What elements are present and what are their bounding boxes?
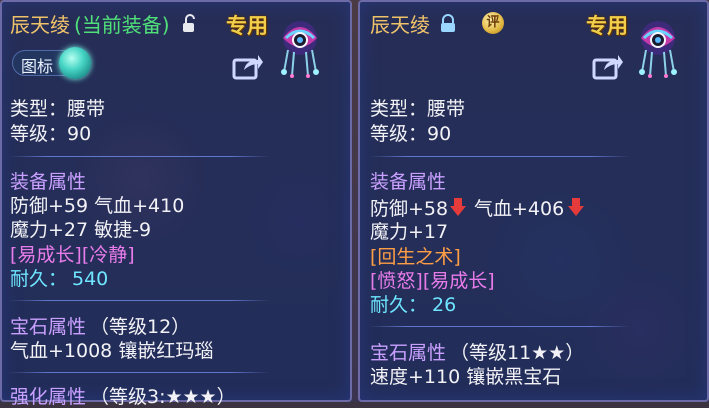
gem-line: 气血+1008 镶嵌红玛瑙 (10, 340, 214, 362)
special-tags: [愤怒][易成长] (370, 270, 495, 292)
share-icon[interactable] (592, 52, 624, 80)
divider (8, 372, 270, 373)
attr-hp: 气血+406 (474, 198, 565, 220)
share-icon[interactable] (232, 52, 264, 80)
gem-level: （等级11★★） (450, 342, 585, 364)
item-name: 辰天绫 (370, 13, 430, 37)
durability-value: 26 (432, 294, 457, 316)
strengthen-attr-title: 强化属性 (10, 386, 87, 408)
item-level: 等级：90 (10, 123, 92, 145)
durability-label: 耐久： (10, 268, 68, 290)
attr-defense: 防御+58 (370, 198, 449, 220)
belt-item-icon (281, 21, 319, 78)
icon-toggle-label: 图标 (21, 57, 54, 76)
evaluate-badge[interactable]: 评 (482, 12, 504, 34)
divider (368, 326, 630, 327)
equip-attr-title: 装备属性 (370, 171, 447, 193)
strengthen-level: （等级3:★★★） (90, 386, 236, 408)
divider (368, 156, 630, 157)
equipped-item-tooltip: 辰天绫 (当前装备) 专用 图标 类型：腰带 等级：90 装备属性 防御+59 … (0, 0, 352, 408)
decrease-arrow-icon (568, 198, 584, 216)
durability-value: 540 (72, 268, 109, 290)
lock-icon[interactable] (440, 14, 456, 34)
item-type: 类型：腰带 (10, 98, 106, 120)
toggle-knob[interactable] (59, 47, 91, 79)
attr-line-1: 防御+59 气血+410 (10, 195, 185, 217)
divider (8, 156, 270, 157)
special-tags: [易成长][冷静] (10, 244, 135, 266)
gem-line: 速度+110 镶嵌黑宝石 (370, 366, 562, 388)
item-name: 辰天绫 (10, 13, 70, 37)
icon-toggle[interactable]: 图标 (12, 47, 91, 79)
belt-item-icon (639, 21, 677, 78)
durability-label: 耐久： (370, 294, 428, 316)
gem-attr-title: 宝石属性 (10, 316, 87, 338)
compare-item-tooltip: 辰天绫 评 专用 类型：腰带 等级：90 装备属性 防御+58 气血+406 魔… (358, 0, 709, 402)
divider (8, 300, 270, 301)
special-label: 专用 (586, 14, 628, 38)
equip-attr-title: 装备属性 (10, 171, 87, 193)
gem-attr-title: 宝石属性 (370, 342, 447, 364)
item-type: 类型：腰带 (370, 98, 466, 120)
attr-line-2: 魔力+27 敏捷-9 (10, 219, 152, 241)
unlock-icon[interactable] (182, 14, 198, 34)
gem-level: （等级12） (90, 316, 191, 338)
decrease-arrow-icon (450, 198, 466, 216)
special-label: 专用 (226, 14, 268, 38)
skill-tag: [回生之术] (370, 246, 461, 268)
equipped-tag: (当前装备) (74, 13, 170, 37)
attr-line-2: 魔力+17 (370, 221, 449, 243)
item-level: 等级：90 (370, 123, 452, 145)
